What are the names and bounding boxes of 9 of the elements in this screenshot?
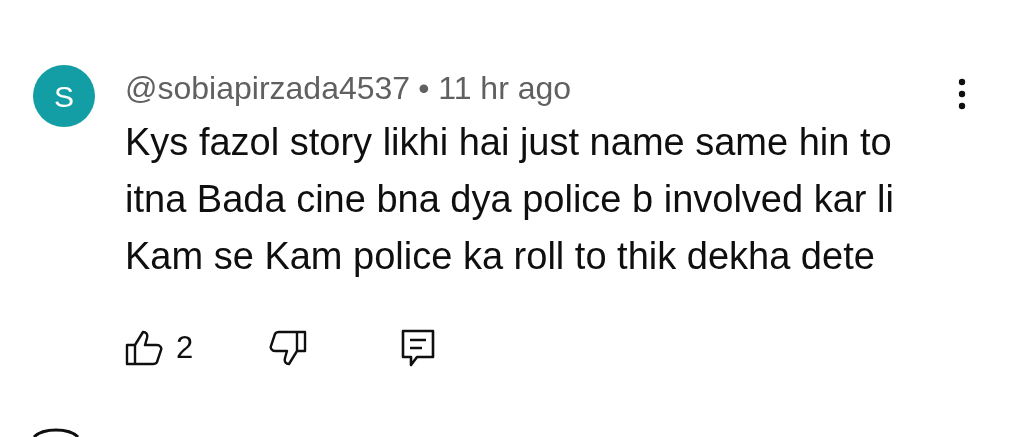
comment-text: Kys fazol story likhi hai just name same hin to itna Bada cine bna dya police b involved kar li Kam se Kam police ka roll to thik dekha dete: [125, 120, 895, 279]
like-count: 2: [176, 329, 194, 367]
reply-icon[interactable]: [401, 329, 436, 368]
timestamp: • 11 hr ago: [418, 69, 572, 108]
username[interactable]: @sobiapirzada4537: [125, 64, 411, 112]
more-options-icon[interactable]: [957, 78, 967, 110]
thumbs-up-icon[interactable]: [125, 330, 163, 367]
thumbs-down-icon[interactable]: [269, 330, 308, 367]
avatar[interactable]: S: [33, 65, 95, 127]
